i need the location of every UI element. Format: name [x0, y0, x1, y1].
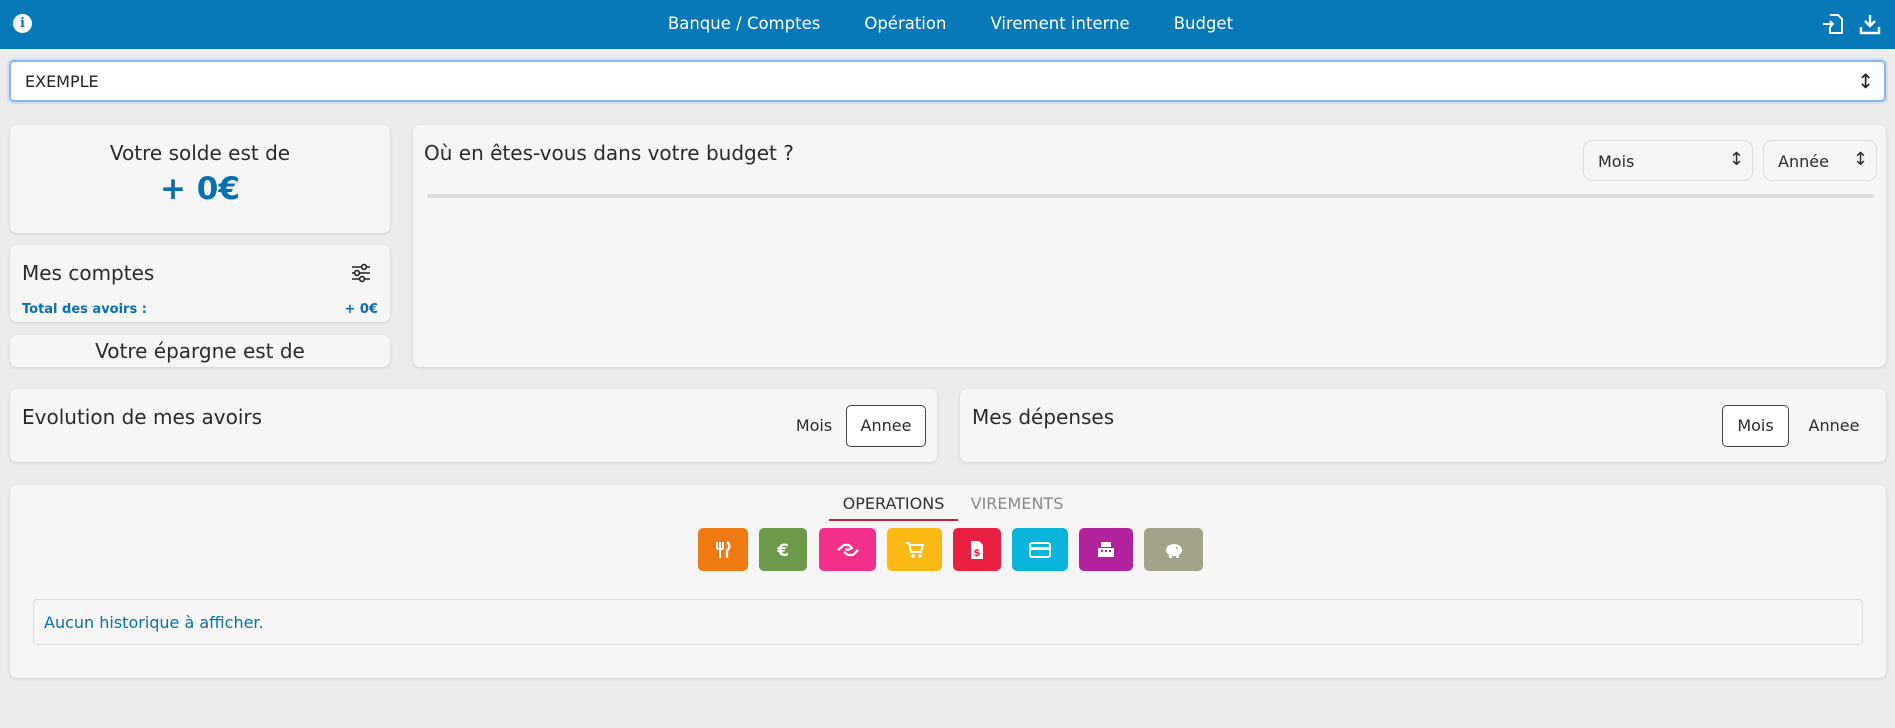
- select-arrows-icon: ↕: [1852, 149, 1868, 170]
- top-navbar: Banque / Comptes Opération Virement inte…: [0, 0, 1895, 49]
- category-shopping[interactable]: [887, 528, 942, 571]
- expenses-card: Mes dépenses Mois Annee: [960, 389, 1886, 462]
- budget-progress-bar: [427, 194, 1874, 198]
- year-select[interactable]: Année ↕: [1763, 140, 1877, 181]
- savings-label: Votre épargne est de: [95, 339, 305, 363]
- import-file-icon[interactable]: [1822, 13, 1844, 35]
- category-transfers[interactable]: [819, 528, 876, 571]
- nav-operation[interactable]: Opération: [842, 0, 968, 49]
- total-assets-label: Total des avoirs :: [22, 302, 147, 317]
- history-empty-message-box: Aucun historique à afficher.: [33, 599, 1863, 645]
- download-icon[interactable]: [1859, 13, 1881, 35]
- accounts-title: Mes comptes: [22, 261, 155, 285]
- tab-virements[interactable]: VIREMENTS: [963, 489, 1071, 519]
- budget-card: Où en êtes-vous dans votre budget ? Mois…: [413, 125, 1886, 367]
- piggy-bank-icon: [1165, 543, 1182, 558]
- info-icon[interactable]: i: [13, 14, 32, 33]
- total-assets-value: + 0€: [344, 302, 378, 317]
- expenses-toggle-annee[interactable]: Annee: [1794, 405, 1874, 447]
- category-card[interactable]: [1012, 528, 1068, 571]
- balance-card: Votre solde est de + 0€: [10, 125, 390, 233]
- select-arrows-icon: ↕: [1857, 69, 1874, 93]
- cash-register-icon: [1098, 541, 1114, 557]
- savings-card: Votre épargne est de: [10, 335, 390, 367]
- budget-title: Où en êtes-vous dans votre budget ?: [424, 141, 794, 165]
- select-arrows-icon: ↕: [1728, 149, 1744, 170]
- invoice-icon: $: [971, 540, 983, 559]
- expenses-toggle-mois[interactable]: Mois: [1722, 405, 1789, 447]
- evolution-toggle-mois[interactable]: Mois: [780, 405, 848, 447]
- month-select[interactable]: Mois ↕: [1583, 140, 1753, 181]
- filter-settings-icon[interactable]: [350, 263, 372, 283]
- account-select-value: EXEMPLE: [25, 72, 99, 91]
- credit-card-icon: [1029, 541, 1051, 558]
- tab-operations[interactable]: OPERATIONS: [829, 489, 958, 521]
- euro-icon: €: [776, 541, 789, 560]
- accounts-card: Mes comptes Total des avoirs : + 0€: [10, 245, 390, 322]
- category-cash[interactable]: [1079, 528, 1133, 571]
- nav-virement-interne[interactable]: Virement interne: [968, 0, 1151, 49]
- svg-text:€: €: [776, 541, 789, 560]
- expenses-title: Mes dépenses: [972, 405, 1115, 429]
- history-empty-message: Aucun historique à afficher.: [44, 613, 264, 632]
- balance-label: Votre solde est de: [109, 141, 291, 165]
- month-select-value: Mois: [1598, 152, 1635, 171]
- nav-banque-comptes[interactable]: Banque / Comptes: [646, 0, 842, 49]
- evolution-toggle-annee[interactable]: Annee: [846, 405, 926, 447]
- account-select[interactable]: EXEMPLE ↕: [9, 60, 1886, 102]
- restaurant-icon: [716, 540, 731, 558]
- assets-evolution-title: Evolution de mes avoirs: [22, 405, 263, 429]
- handshake-icon: [836, 543, 859, 556]
- year-select-value: Année: [1778, 152, 1829, 171]
- history-card: OPERATIONS VIREMENTS € $ Aucun historiqu…: [10, 485, 1886, 678]
- nav-links: Banque / Comptes Opération Virement inte…: [0, 0, 1895, 49]
- nav-budget[interactable]: Budget: [1152, 0, 1255, 49]
- balance-amount: + 0€: [160, 171, 240, 207]
- svg-text:$: $: [974, 548, 981, 559]
- category-income[interactable]: €: [759, 528, 807, 571]
- shopping-cart-icon: [905, 541, 924, 558]
- assets-evolution-card: Evolution de mes avoirs Mois Annee: [10, 389, 937, 462]
- category-savings[interactable]: [1144, 528, 1203, 571]
- category-restaurant[interactable]: [698, 528, 748, 571]
- category-bills[interactable]: $: [953, 528, 1001, 571]
